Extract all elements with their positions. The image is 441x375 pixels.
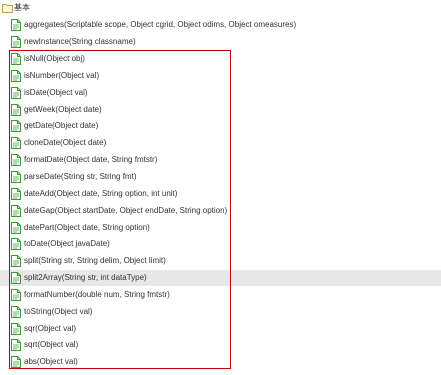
tree-item-label: split2Array(String str, int dataType) (24, 273, 147, 282)
tree-item-label: toDate(Object javaDate) (24, 239, 110, 248)
tree-item-label: abs(Object val) (24, 357, 78, 366)
folder-label: 基本 (14, 3, 30, 12)
tree-item-label: split(String str, String delim, Object l… (24, 256, 166, 265)
file-icon (11, 36, 21, 48)
tree-item[interactable]: dateGap(Object startDate, Object endDate… (0, 203, 441, 219)
tree-item[interactable]: sqrt(Object val) (0, 337, 441, 353)
tree-item-label: getDate(Object date) (24, 121, 99, 130)
file-icon (11, 339, 21, 351)
file-icon (11, 306, 21, 318)
tree-item-label: formatNumber(double num, String fmtstr) (24, 290, 170, 299)
file-icon (11, 70, 21, 82)
file-icon (11, 104, 21, 116)
tree-item[interactable]: aggregates(Scriptable scope, Object cgri… (0, 17, 441, 33)
file-icon (11, 323, 21, 335)
file-icon (11, 289, 21, 301)
tree-item-label: sqrt(Object val) (24, 340, 79, 349)
tree-item[interactable]: parseDate(String str, String fmt) (0, 169, 441, 185)
tree-item[interactable]: toString(Object val) (0, 304, 441, 320)
tree-item[interactable]: isDate(Object val) (0, 85, 441, 101)
tree-item[interactable]: split(String str, String delim, Object l… (0, 253, 441, 269)
tree-item-label: isNumber(Object val) (24, 71, 100, 80)
tree-item[interactable]: formatNumber(double num, String fmtstr) (0, 287, 441, 303)
file-icon (11, 205, 21, 217)
file-icon (11, 222, 21, 234)
file-icon (11, 356, 21, 368)
folder-icon (2, 4, 13, 13)
tree-item-label: dateAdd(Object date, String option, int … (24, 189, 178, 198)
tree-item[interactable]: split2Array(String str, int dataType) (0, 270, 441, 286)
tree-item-label: isNull(Object obj) (24, 54, 85, 63)
file-icon (11, 238, 21, 250)
tree-item[interactable]: getWeek(Object date) (0, 102, 441, 118)
file-icon (11, 188, 21, 200)
tree-item-label: toString(Object val) (24, 307, 93, 316)
tree-item[interactable]: cloneDate(Object date) (0, 135, 441, 151)
file-icon (11, 19, 21, 31)
file-icon (11, 171, 21, 183)
tree-item[interactable]: sqr(Object val) (0, 321, 441, 337)
tree-item-label: isDate(Object val) (24, 88, 88, 97)
tree-item[interactable]: formatDate(Object date, String fmtstr) (0, 152, 441, 168)
tree-item-label: getWeek(Object date) (24, 105, 102, 114)
file-icon (11, 87, 21, 99)
tree-item[interactable]: abs(Object val) (0, 354, 441, 370)
tree-folder-basic[interactable]: 基本 (0, 1, 441, 15)
tree-item[interactable]: getDate(Object date) (0, 118, 441, 134)
tree-item-label: dateGap(Object startDate, Object endDate… (24, 206, 228, 215)
tree-item[interactable]: isNumber(Object val) (0, 68, 441, 84)
file-icon (11, 154, 21, 166)
tree-item-label: cloneDate(Object date) (24, 138, 107, 147)
file-icon (11, 137, 21, 149)
tree-item-label: parseDate(String str, String fmt) (24, 172, 137, 181)
tree-item-label: formatDate(Object date, String fmtstr) (24, 155, 158, 164)
tree-item-label: aggregates(Scriptable scope, Object cgri… (24, 20, 297, 29)
file-icon (11, 53, 21, 65)
file-icon (11, 120, 21, 132)
tree-item[interactable]: datePart(Object date, String option) (0, 220, 441, 236)
file-icon (11, 255, 21, 267)
tree-item[interactable]: isNull(Object obj) (0, 51, 441, 67)
file-icon (11, 272, 21, 284)
tree-item[interactable]: dateAdd(Object date, String option, int … (0, 186, 441, 202)
tree-item[interactable]: toDate(Object javaDate) (0, 236, 441, 252)
tree-item-label: newInstance(String classname) (24, 37, 136, 46)
tree-item[interactable]: newInstance(String classname) (0, 34, 441, 50)
tree-item-label: sqr(Object val) (24, 324, 77, 333)
tree-item-label: datePart(Object date, String option) (24, 223, 150, 232)
